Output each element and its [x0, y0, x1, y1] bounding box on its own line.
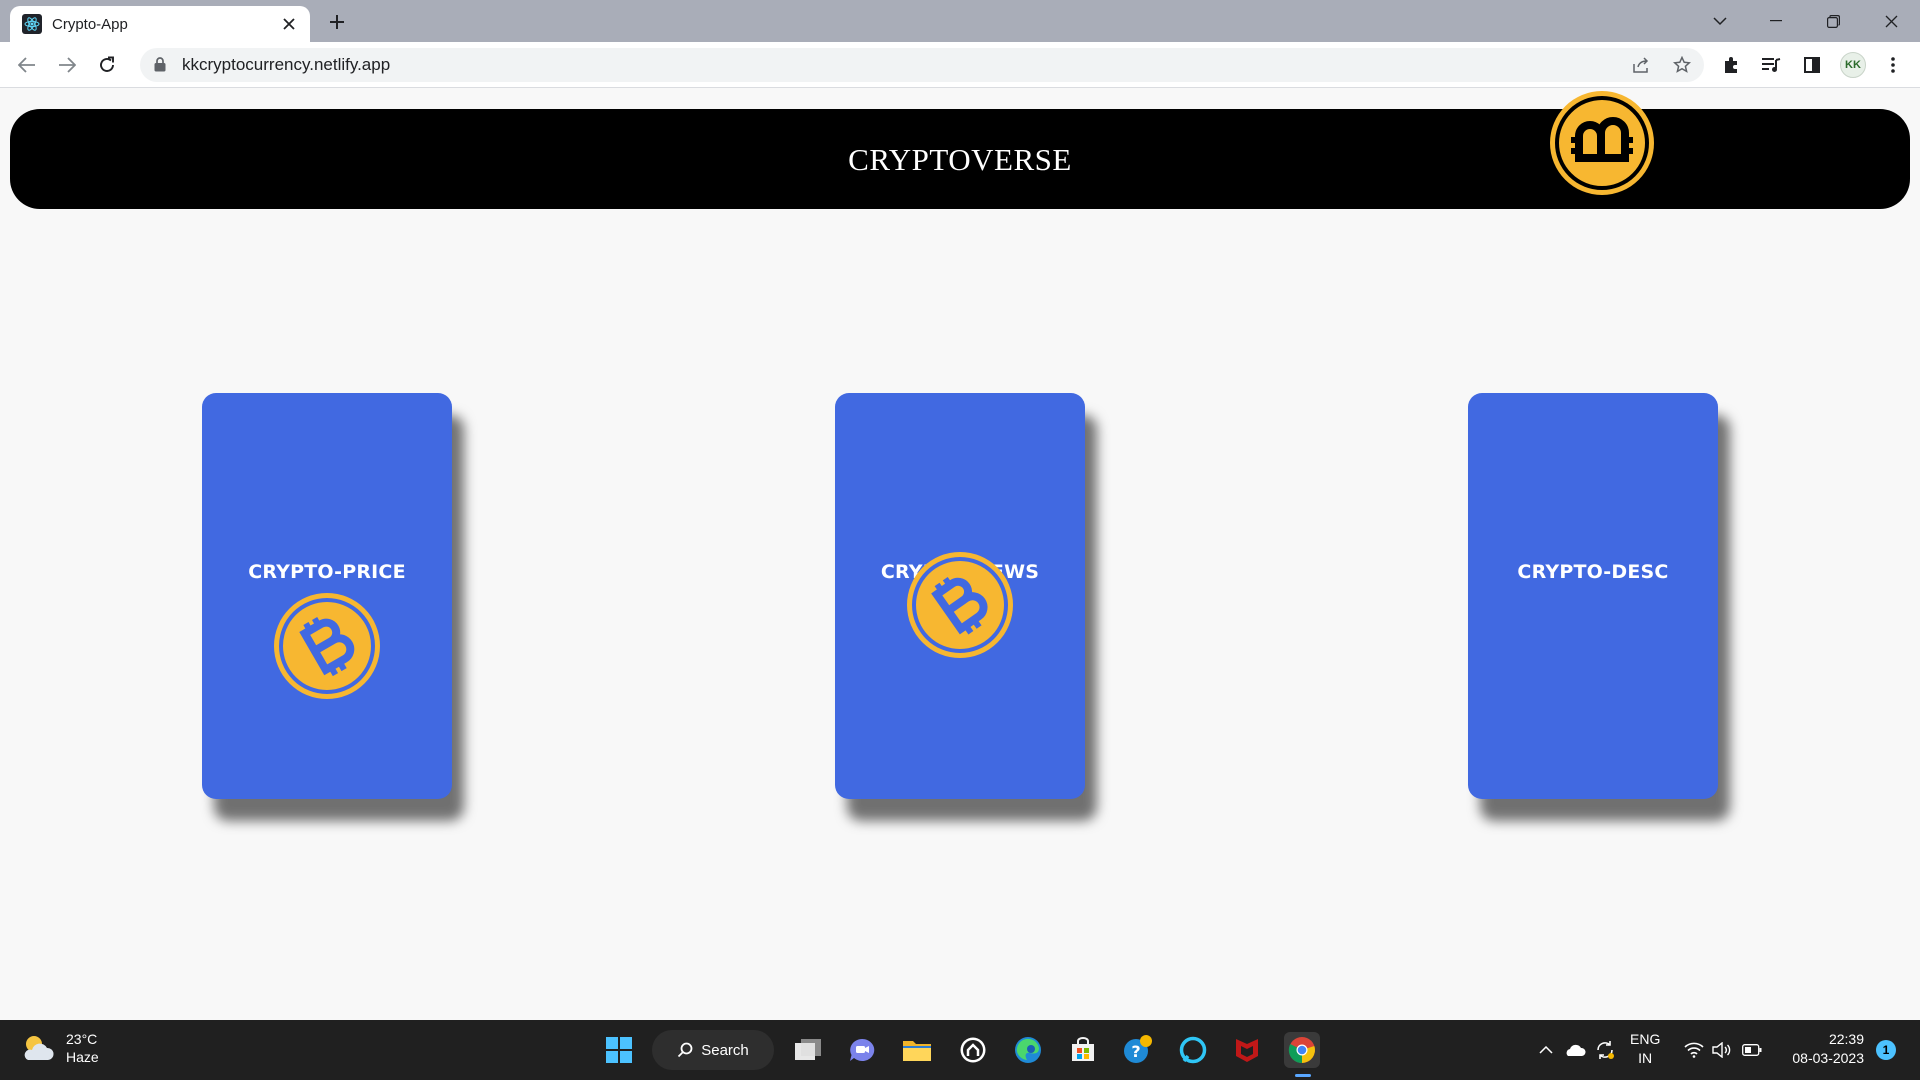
taskbar-search-button[interactable]: Search: [652, 1030, 774, 1070]
bookmark-star-icon[interactable]: [1669, 52, 1695, 78]
cloud-moon-icon: [20, 1032, 56, 1064]
bitcoin-coin-icon: [272, 591, 382, 701]
taskbar-search-label: Search: [701, 1041, 749, 1059]
browser-toolbar: kkcryptocurrency.netlify.app KK: [0, 42, 1920, 88]
alexa-icon[interactable]: [1175, 1032, 1211, 1068]
url-text: kkcryptocurrency.netlify.app: [182, 55, 391, 74]
reload-icon[interactable]: [93, 51, 121, 79]
page-viewport: CRYPTOVERSE CRYPTO-PRICE CRYPTO-DESC: [0, 89, 1920, 1020]
teams-chat-icon[interactable]: [844, 1032, 880, 1068]
bitcoin-coin-icon: [905, 550, 1015, 660]
windows-start-icon[interactable]: [601, 1032, 637, 1068]
edge-browser-icon[interactable]: [1010, 1032, 1046, 1068]
site-header: CRYPTOVERSE: [10, 91, 1910, 209]
file-explorer-icon[interactable]: [899, 1032, 935, 1068]
back-arrow-icon[interactable]: [13, 51, 41, 79]
close-icon[interactable]: [280, 15, 298, 33]
microsoft-store-icon[interactable]: [1065, 1032, 1101, 1068]
bitcoin-coin-icon: [1547, 88, 1657, 198]
tab-title: Crypto-App: [52, 15, 128, 33]
get-help-icon[interactable]: ?: [1120, 1032, 1156, 1068]
minimize-icon[interactable]: [1762, 8, 1790, 34]
profile-avatar[interactable]: KK: [1840, 52, 1866, 78]
system-clock[interactable]: 22:39 08-03-2023: [1780, 1030, 1864, 1068]
tab-search-chevron-icon[interactable]: [1706, 8, 1734, 34]
wifi-icon[interactable]: [1682, 1032, 1706, 1068]
input-language-indicator[interactable]: ENG IN: [1630, 1030, 1660, 1068]
side-panel-icon[interactable]: [1799, 52, 1825, 78]
onedrive-cloud-icon[interactable]: [1562, 1032, 1588, 1068]
volume-icon[interactable]: [1710, 1032, 1734, 1068]
media-queue-icon[interactable]: [1758, 52, 1784, 78]
card-crypto-news[interactable]: CRYPTO-NEWS: [835, 393, 1085, 799]
chrome-browser-icon[interactable]: [1284, 1032, 1320, 1068]
kebab-menu-icon[interactable]: [1880, 52, 1906, 78]
svg-text:?: ?: [1131, 1042, 1140, 1061]
weather-widget[interactable]: 23°C Haze: [20, 1030, 99, 1066]
task-view-icon[interactable]: [790, 1032, 826, 1068]
address-bar[interactable]: kkcryptocurrency.netlify.app: [140, 48, 1704, 82]
forward-arrow-icon[interactable]: [53, 51, 81, 79]
react-favicon-icon: [22, 14, 42, 34]
new-tab-plus-icon[interactable]: [325, 10, 349, 34]
lang-primary: ENG: [1630, 1031, 1661, 1047]
browser-tab-strip: Crypto-App: [0, 0, 1920, 42]
browser-tab[interactable]: Crypto-App: [10, 6, 310, 42]
card-label: CRYPTO-DESC: [1517, 561, 1669, 583]
weather-desc: Haze: [66, 1049, 99, 1065]
lang-region: IN: [1638, 1050, 1653, 1066]
clock-time: 22:39: [1828, 1031, 1864, 1047]
card-label: CRYPTO-PRICE: [248, 561, 406, 583]
show-hidden-icons-chevron-icon[interactable]: [1535, 1032, 1557, 1068]
card-crypto-price[interactable]: CRYPTO-PRICE: [202, 393, 452, 799]
clock-date: 08-03-2023: [1792, 1050, 1864, 1066]
profile-initials: KK: [1845, 59, 1861, 71]
window-close-icon[interactable]: [1877, 8, 1905, 34]
sync-icon[interactable]: [1592, 1032, 1618, 1068]
card-crypto-desc[interactable]: CRYPTO-DESC: [1468, 393, 1718, 799]
mcafee-shield-icon[interactable]: [1229, 1032, 1265, 1068]
weather-temp: 23°C: [66, 1031, 98, 1047]
active-app-indicator: [1295, 1074, 1311, 1077]
restore-icon[interactable]: [1819, 8, 1847, 34]
search-icon: [678, 1042, 693, 1058]
battery-icon[interactable]: [1740, 1032, 1764, 1068]
notification-badge[interactable]: 1: [1876, 1040, 1896, 1060]
github-desktop-icon[interactable]: [955, 1032, 991, 1068]
share-icon[interactable]: [1629, 52, 1655, 78]
lock-icon[interactable]: [154, 57, 168, 73]
extensions-puzzle-icon[interactable]: [1718, 52, 1744, 78]
windows-taskbar: 23°C Haze Search ? ENG IN 22:39 08-03-20…: [0, 1020, 1920, 1080]
